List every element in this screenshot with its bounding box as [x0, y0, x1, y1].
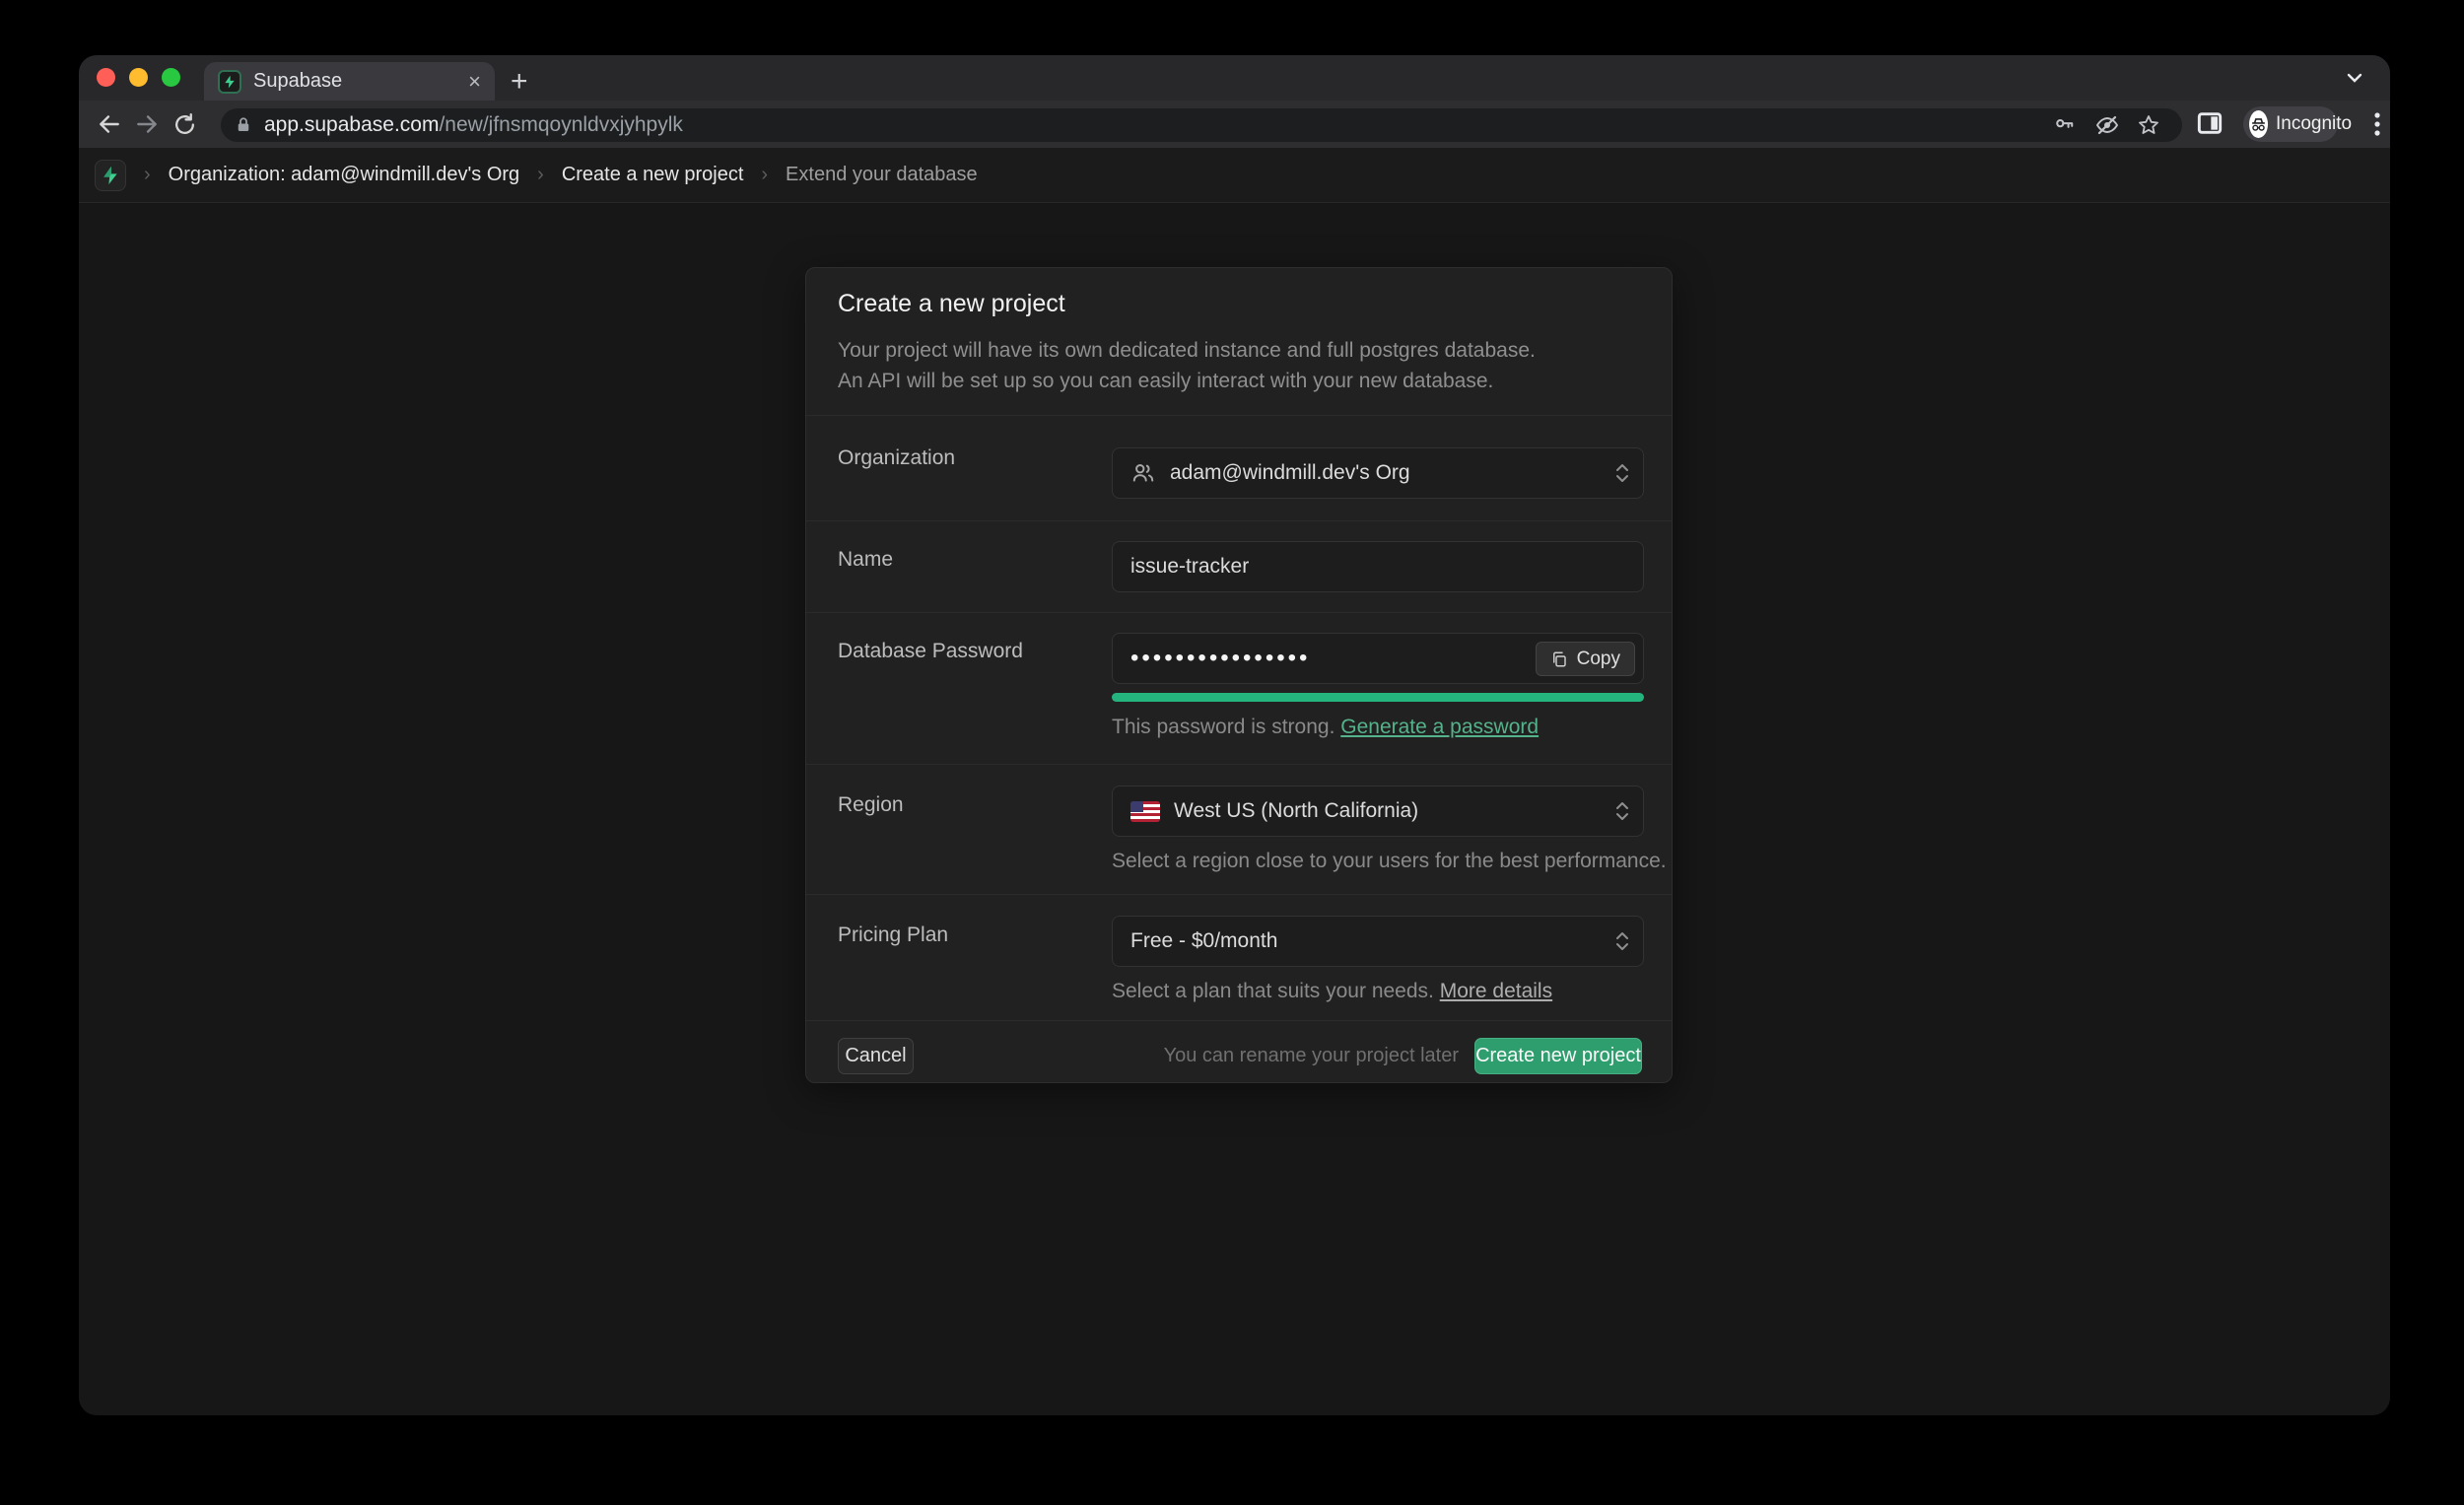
section-divider [806, 764, 1672, 765]
organization-value: adam@windmill.dev's Org [1170, 461, 1410, 485]
name-input[interactable]: issue-tracker [1112, 541, 1644, 592]
tab-close-icon[interactable]: × [468, 71, 481, 93]
region-helper: Select a region close to your users for … [1112, 848, 1667, 875]
copy-button-label: Copy [1577, 649, 1620, 670]
incognito-label: Incognito [2276, 113, 2352, 135]
generate-password-link[interactable]: Generate a password [1340, 716, 1539, 738]
panel-description: Your project will have its own dedicated… [838, 335, 1536, 396]
supabase-favicon-icon [218, 70, 241, 94]
pricing-plan-value: Free - $0/month [1130, 929, 1277, 953]
browser-tab[interactable]: Supabase × [204, 62, 495, 101]
chevron-up-down-icon [1613, 928, 1631, 954]
database-password-label: Database Password [838, 639, 1023, 664]
breadcrumb-separator: › [537, 164, 544, 186]
back-button[interactable] [91, 105, 128, 143]
breadcrumb-separator: › [144, 164, 151, 186]
tab-title: Supabase [253, 70, 468, 93]
create-project-panel: Create a new project Your project will h… [805, 267, 1673, 1083]
tab-search-chevron-icon[interactable] [2343, 65, 2366, 89]
name-value: issue-tracker [1130, 555, 1249, 579]
new-tab-button[interactable]: + [511, 65, 528, 99]
create-new-project-button[interactable]: Create new project [1474, 1038, 1642, 1074]
chevron-up-down-icon [1613, 460, 1631, 486]
tab-strip: Supabase × + [79, 55, 2390, 101]
pricing-helper-text: Select a plan that suits your needs. [1112, 980, 1434, 1002]
app-header: › Organization: adam@windmill.dev's Org … [79, 148, 2390, 203]
incognito-badge: Incognito [2243, 106, 2338, 142]
minimize-window-button[interactable] [129, 68, 148, 87]
side-panel-icon[interactable] [2194, 107, 2225, 139]
key-icon[interactable] [2053, 114, 2075, 136]
supabase-logo-icon[interactable] [95, 160, 126, 191]
pricing-plan-select[interactable]: Free - $0/month [1112, 916, 1644, 967]
browser-toolbar: app.supabase.com/new/jfnsmqoynldvxjyhpyl… [79, 101, 2390, 148]
us-flag-icon [1130, 801, 1160, 822]
address-bar[interactable]: app.supabase.com/new/jfnsmqoynldvxjyhpyl… [221, 108, 2182, 142]
pricing-helper: Select a plan that suits your needs. Mor… [1112, 978, 1552, 1005]
section-divider [806, 415, 1672, 416]
eye-off-icon[interactable] [2095, 113, 2119, 137]
copy-password-button[interactable]: Copy [1536, 642, 1635, 676]
description-line-1: Your project will have its own dedicated… [838, 335, 1536, 366]
users-icon [1130, 460, 1156, 486]
lock-icon [235, 115, 252, 135]
zoom-window-button[interactable] [162, 68, 180, 87]
region-value: West US (North California) [1174, 799, 1418, 823]
rename-note: You can rename your project later [1164, 1045, 1459, 1067]
reload-button[interactable] [166, 105, 203, 143]
database-password-input[interactable]: •••••••••••••••• Copy [1112, 633, 1644, 684]
url-path: /new/jfnsmqoynldvxjyhpylk [439, 113, 682, 136]
more-details-link[interactable]: More details [1440, 980, 1552, 1002]
bookmark-star-icon[interactable] [2137, 113, 2160, 137]
panel-title: Create a new project [838, 290, 1065, 318]
password-strength-text: This password is strong. [1112, 716, 1335, 738]
name-label: Name [838, 547, 893, 573]
window-controls [97, 68, 180, 87]
cancel-button[interactable]: Cancel [838, 1038, 914, 1074]
breadcrumb-separator: › [761, 164, 768, 186]
breadcrumb-organization[interactable]: Organization: adam@windmill.dev's Org [169, 164, 519, 186]
password-strength-bar [1112, 693, 1644, 702]
copy-icon [1550, 650, 1568, 668]
password-masked-value: •••••••••••••••• [1130, 645, 1310, 672]
breadcrumb-extend-database: Extend your database [786, 164, 978, 186]
organization-label: Organization [838, 445, 955, 471]
incognito-spy-icon [2249, 110, 2268, 138]
browser-window: Supabase × + app.supabase.com/new/jfnsmq… [79, 55, 2390, 1415]
url-domain: app.supabase.com [264, 113, 439, 136]
section-divider [806, 894, 1672, 895]
footer-actions: You can rename your project later Create… [1164, 1038, 1642, 1074]
organization-select[interactable]: adam@windmill.dev's Org [1112, 447, 1644, 499]
description-line-2: An API will be set up so you can easily … [838, 366, 1536, 396]
forward-button[interactable] [128, 105, 166, 143]
region-label: Region [838, 792, 904, 818]
url-text: app.supabase.com/new/jfnsmqoynldvxjyhpyl… [264, 113, 683, 137]
breadcrumb-create-project[interactable]: Create a new project [562, 164, 744, 186]
password-helper: This password is strong. Generate a pass… [1112, 714, 1539, 741]
pricing-plan-label: Pricing Plan [838, 923, 948, 948]
close-window-button[interactable] [97, 68, 115, 87]
section-divider [806, 520, 1672, 521]
section-divider [806, 1020, 1672, 1021]
chevron-up-down-icon [1613, 798, 1631, 824]
section-divider [806, 612, 1672, 613]
region-select[interactable]: West US (North California) [1112, 786, 1644, 837]
browser-menu-kebab-icon[interactable] [2367, 108, 2387, 140]
